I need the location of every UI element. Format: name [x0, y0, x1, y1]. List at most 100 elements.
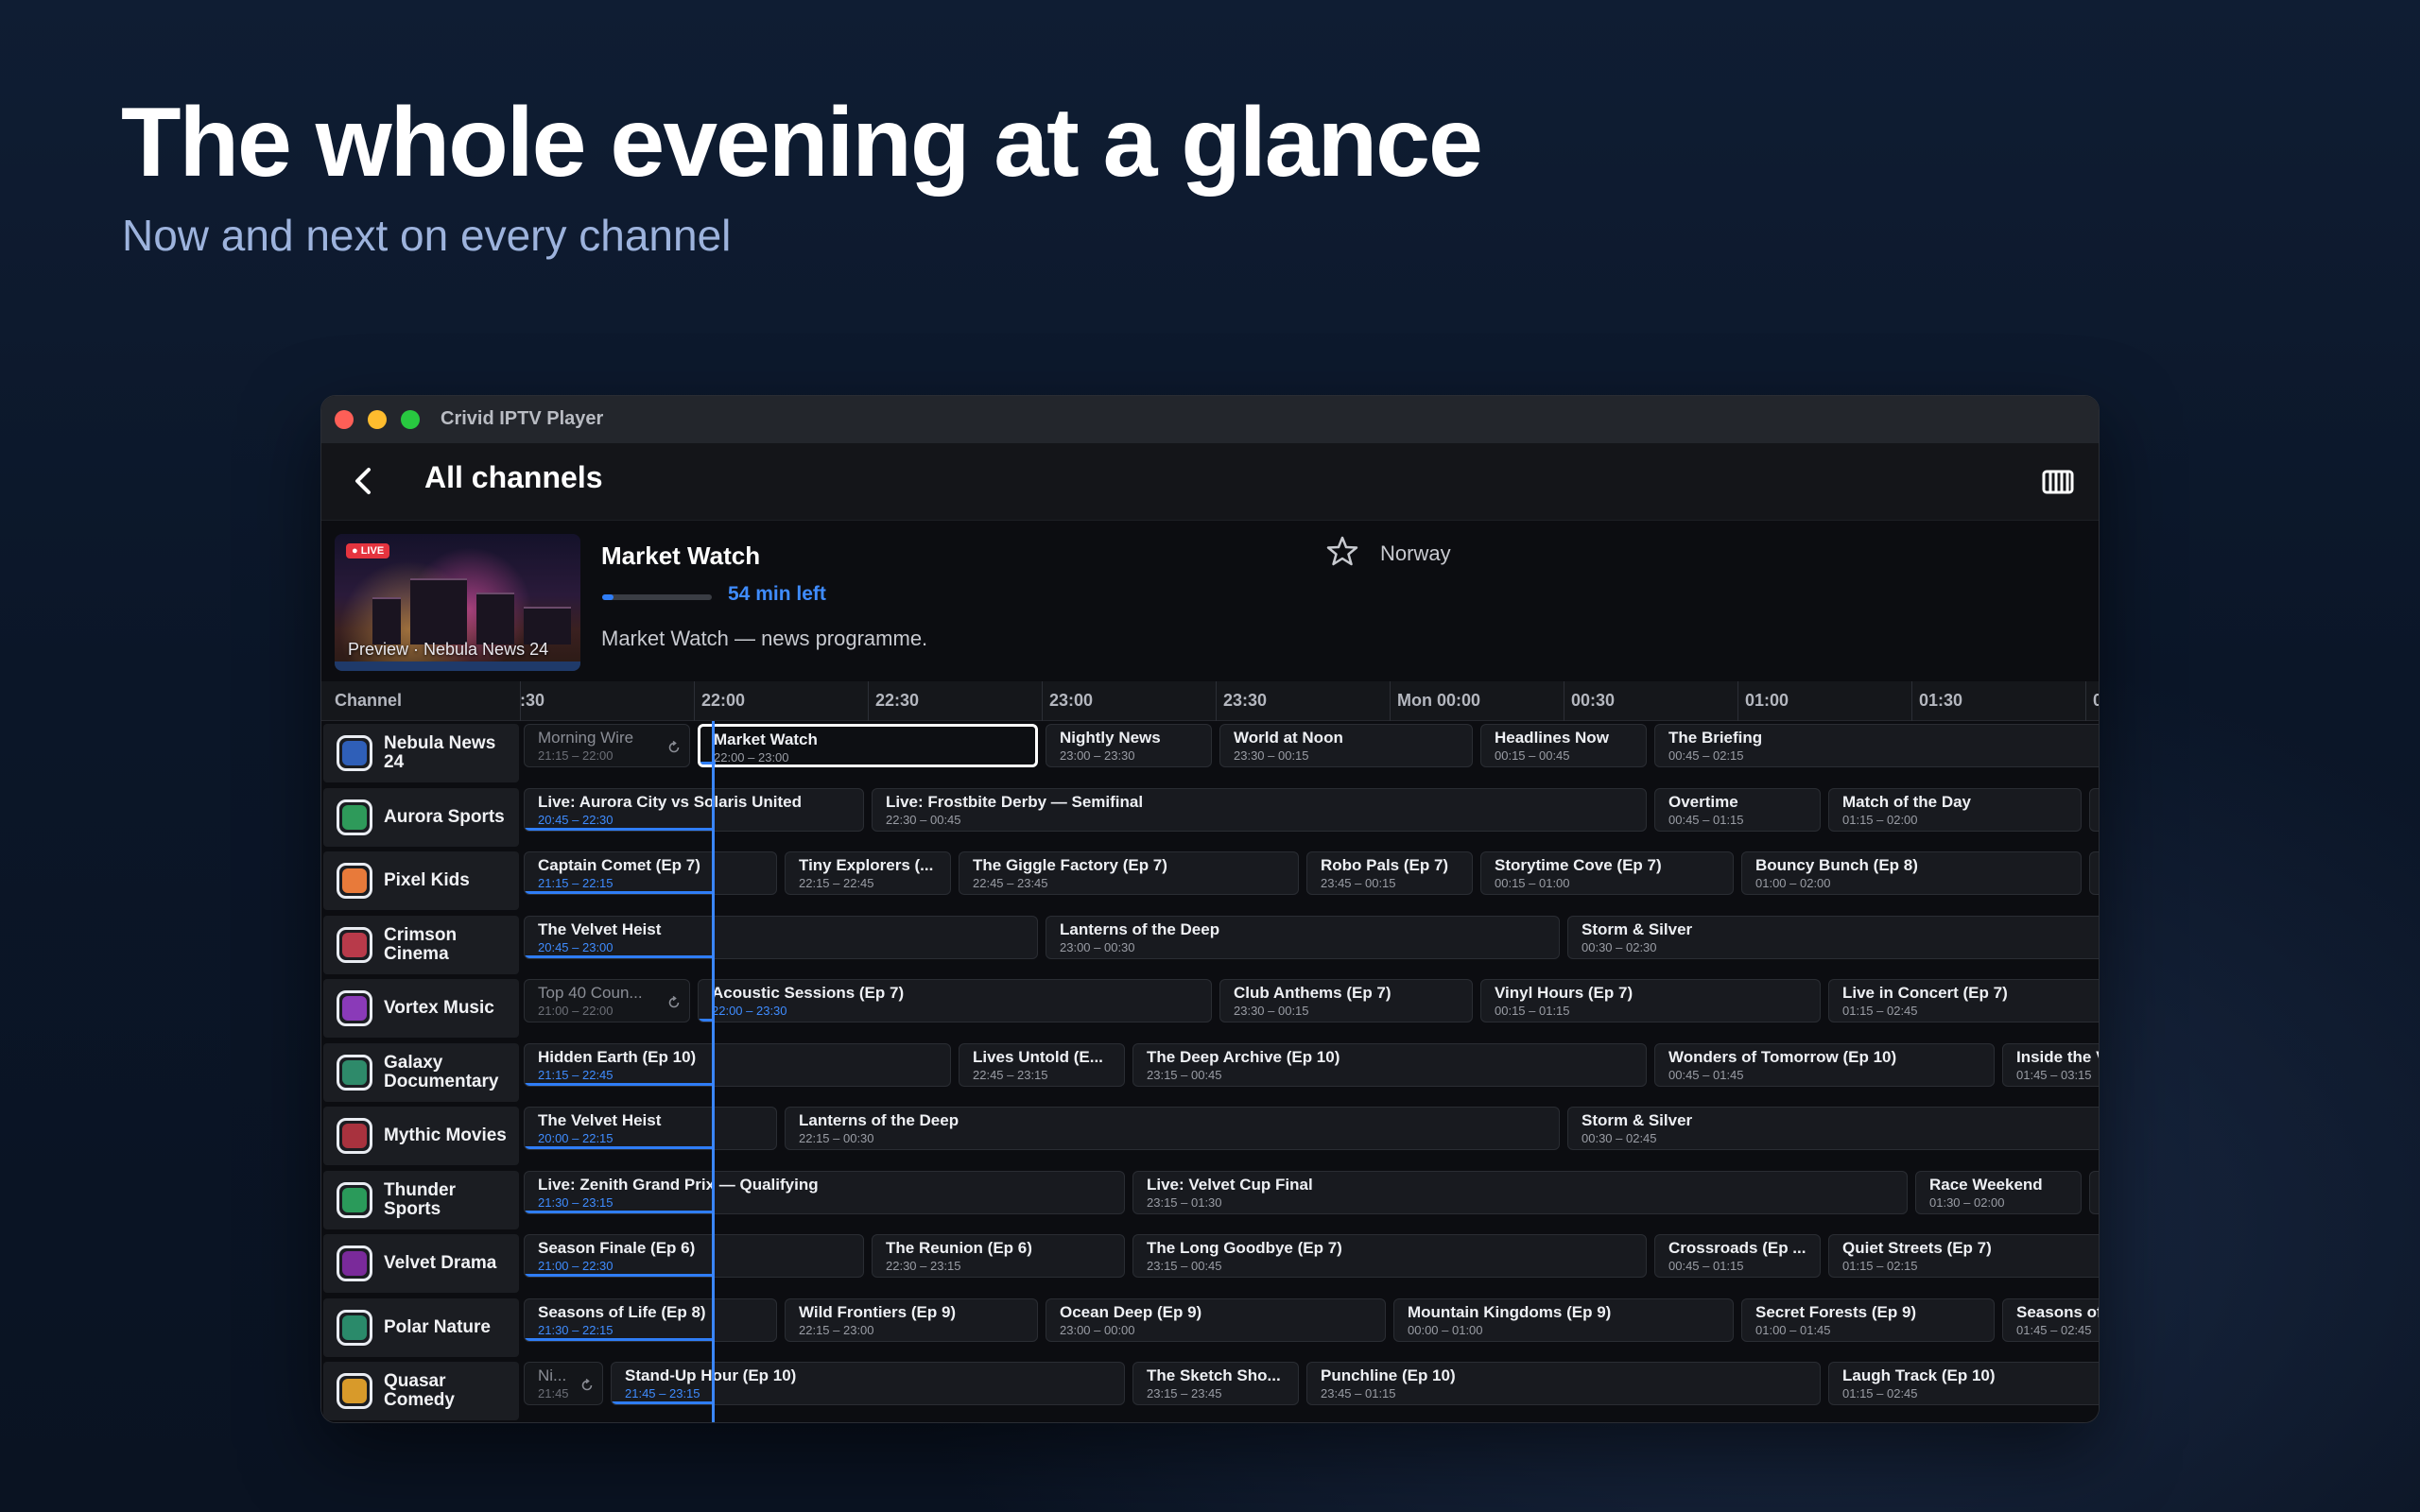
program-cell[interactable]: Vinyl Hours (Ep 7) 00:15 – 01:15 [1480, 979, 1821, 1022]
program-cell[interactable]: The Velvet Heist 20:45 – 23:00 [524, 915, 1038, 959]
program-cell[interactable]: Storm & Silver 00:30 – 02:45 [1567, 1107, 2099, 1150]
back-arrow-icon[interactable] [344, 460, 386, 502]
program-time: 23:15 – 01:30 [1147, 1194, 1222, 1210]
channel-cell[interactable]: Mythic Movies [323, 1107, 519, 1165]
program-cell[interactable]: The Velvet Heist 20:00 – 22:15 [524, 1107, 777, 1150]
program-cell[interactable]: Secret Forests (Ep 9) 01:00 – 01:45 [1741, 1297, 1995, 1342]
channel-cell[interactable]: Pixel Kids [323, 851, 519, 910]
program-cell[interactable]: Inside the Vau01:45 – 03:15 [2002, 1042, 2099, 1087]
program-cell[interactable]: Crossroads (Ep ... 00:45 – 01:15 [1654, 1234, 1821, 1278]
channel-row: Seasons of Life (Ep 8) 21:30 – 22:15 Wild … [321, 1297, 2099, 1361]
program-cell[interactable]: Storytime Cove (Ep 7) 00:15 – 01:00 [1480, 851, 1734, 895]
program-title: The Velvet Heist [538, 1111, 662, 1129]
channel-row: Live: Zenith Grand Prix — Qualifying 21:3… [321, 1170, 2099, 1233]
program-cell[interactable]: The Giggle Factory (Ep 7) 22:45 – 23:45 [959, 851, 1299, 895]
program-cell[interactable]: Mountain Kingdoms (Ep 9) 00:00 – 01:00 [1393, 1297, 1734, 1342]
program-cell[interactable]: Overtime 00:45 – 01:15 [1654, 787, 1821, 832]
channel-cell[interactable]: Vortex Music [323, 979, 519, 1038]
guide-grid-icon[interactable] [2040, 464, 2076, 500]
program-cell[interactable]: Stand-Up Hour (Ep 10) 21:45 – 23:15 [611, 1362, 1125, 1405]
channel-cell[interactable]: Thunder Sports [323, 1170, 519, 1229]
channel-cell[interactable]: Nebula News 24 [323, 724, 519, 782]
channel-row: Ni... 21:45 Stand-Up Hour (Ep 10) 21:45 – 2… [321, 1361, 2099, 1422]
program-cell[interactable]: Live: Frostbite Derby — Semifinal 22:30 –… [872, 787, 1647, 832]
program-time: 23:45 – 00:15 [1321, 876, 1396, 890]
program-cell[interactable]: Match of the Day 01:15 – 02:00 [1828, 787, 2082, 832]
replay-icon[interactable] [666, 740, 682, 755]
program-cell[interactable]: Nightly News 23:00 – 23:30 [1046, 724, 1212, 767]
program-cell[interactable]: Laugh Track (Ep 10) 01:15 – 02:45 [1828, 1362, 2099, 1405]
program-cell[interactable]: Acoustic Sessions (Ep 7) 22:00 – 23:30 [698, 979, 1212, 1022]
program-cell[interactable]: Seasons of Life (Ep 8) 21:30 – 22:15 [524, 1297, 777, 1342]
program-title: Ocean Deep (Ep 9) [1060, 1302, 1202, 1321]
program-time: 01:45 – 03:15 [2016, 1067, 2092, 1082]
program-cell[interactable]: The Briefing 00:45 – 02:15 [1654, 724, 2099, 767]
replay-icon[interactable] [666, 995, 682, 1010]
program-time: 22:30 – 23:15 [886, 1259, 961, 1273]
program-cell[interactable]: Live: Velvet Cup Final 23:15 – 01:30 [1132, 1170, 1908, 1214]
replay-icon[interactable] [579, 1378, 595, 1393]
channel-name: Aurora Sports [384, 806, 505, 827]
channel-cell[interactable]: Aurora Sports [323, 787, 519, 847]
program-cell[interactable]: Captain Comet (Ep 7) 21:15 – 22:15 [524, 851, 777, 895]
program-cell[interactable]: Bouncy Bunch (Ep 8) 01:00 – 02:00 [1741, 851, 2082, 895]
minimize-window-button[interactable] [368, 410, 387, 429]
zoom-window-button[interactable] [401, 410, 420, 429]
program-cell[interactable]: The Reunion (Ep 6) 22:30 – 23:15 [872, 1234, 1125, 1278]
program-cell[interactable]: Live in Concert (Ep 7) 01:15 – 02:45 [1828, 979, 2099, 1022]
channel-cell[interactable]: Velvet Drama [323, 1234, 519, 1293]
program-cell[interactable]: Punchline (Ep 10) 23:45 – 01:15 [1306, 1362, 1821, 1405]
program-title: Hidden Earth (Ep 10) [538, 1047, 697, 1066]
program-cell[interactable]: World at Noon 23:30 – 00:15 [1219, 724, 1473, 767]
preview-thumbnail[interactable]: ● LIVE Preview · Nebula News 24 [335, 534, 580, 671]
program-cell[interactable]: Wild Frontiers (Ep 9) 22:15 – 23:00 [785, 1297, 1038, 1342]
program-cell[interactable]: Headlines Now 00:15 – 00:45 [1480, 724, 1647, 767]
program-cell[interactable]: Do02: [2089, 851, 2099, 895]
channel-cell[interactable]: Crimson Cinema [323, 915, 519, 974]
program-cell[interactable]: Live: Zenith Grand Prix — Qualifying 21:3… [524, 1170, 1125, 1214]
channel-cell[interactable]: Quasar Comedy [323, 1362, 519, 1420]
program-cell[interactable]: Tiny Explorers (... 22:15 – 22:45 [785, 851, 951, 895]
program-cell[interactable]: Club Anthems (Ep 7) 23:30 – 00:15 [1219, 979, 1473, 1022]
close-window-button[interactable] [335, 410, 354, 429]
program-cell[interactable]: Top 40 Coun... 21:00 – 22:00 [524, 979, 690, 1022]
program-cell[interactable]: Wonders of Tomorrow (Ep 10) 00:45 – 01:45 [1654, 1042, 1995, 1087]
program-cell[interactable]: Lanterns of the Deep 22:15 – 00:30 [785, 1107, 1560, 1150]
program-title: Laugh Track (Ep 10) [1842, 1366, 1996, 1384]
program-cell[interactable]: Lives Untold (E... 22:45 – 23:15 [959, 1042, 1125, 1087]
program-title: Tiny Explorers (... [799, 856, 934, 874]
channel-cell[interactable]: Galaxy Documentary [323, 1042, 519, 1102]
program-time: 20:45 – 22:30 [538, 812, 614, 827]
program-cell[interactable]: Market Watch 22:00 – 23:00 [698, 724, 1038, 767]
channel-logo [337, 1309, 372, 1346]
program-cell[interactable]: Ocean Deep (Ep 9) 23:00 – 00:00 [1046, 1297, 1386, 1342]
channel-logo [337, 990, 372, 1026]
channel-cell[interactable]: Polar Nature [323, 1297, 519, 1357]
program-cell[interactable]: Ni... 21:45 [524, 1362, 603, 1405]
program-cell[interactable]: The Deep Archive (Ep 10) 23:15 – 00:45 [1132, 1042, 1647, 1087]
program-title: Overtime [1668, 792, 1738, 811]
program-cell[interactable]: Storm & Silver 00:30 – 02:30 [1567, 915, 2099, 959]
time-tick: :30 [520, 691, 545, 710]
time-left: 54 min left [728, 583, 826, 605]
program-cell[interactable]: Seasons of Li01:45 – 02:45 [2002, 1297, 2099, 1342]
program-cell[interactable]: Robo Pals (Ep 7) 23:45 – 00:15 [1306, 851, 1473, 895]
program-cell[interactable]: The Long Goodbye (Ep 7) 23:15 – 00:45 [1132, 1234, 1647, 1278]
program-cell[interactable]: Live: Aurora City vs Solaris United 20:45… [524, 787, 864, 832]
program-cell[interactable]: The Sketch Sho... 23:15 – 23:45 [1132, 1362, 1299, 1405]
program-title: Quiet Streets (Ep 7) [1842, 1239, 1992, 1257]
favorite-star-icon[interactable] [1325, 534, 1359, 568]
time-tick: 01:30 [1919, 691, 1963, 710]
program-cell[interactable]: Co02: [2089, 1170, 2099, 1214]
program-time: 22:15 – 23:00 [799, 1322, 874, 1337]
program-cell[interactable]: Morning Wire 21:15 – 22:00 [524, 724, 690, 767]
program-time: 00:00 – 01:00 [1408, 1322, 1483, 1337]
program-cell[interactable]: Gra02: [2089, 787, 2099, 832]
program-cell[interactable]: Race Weekend 01:30 – 02:00 [1915, 1170, 2082, 1214]
program-cell[interactable]: Lanterns of the Deep 23:00 – 00:30 [1046, 915, 1560, 959]
program-cell[interactable]: Season Finale (Ep 6) 21:00 – 22:30 [524, 1234, 864, 1278]
program-cell[interactable]: Quiet Streets (Ep 7) 01:15 – 02:15 [1828, 1234, 2099, 1278]
program-cell[interactable]: Hidden Earth (Ep 10) 21:15 – 22:45 [524, 1042, 951, 1087]
news-ticker [335, 662, 580, 671]
program-title: Nightly News [1060, 729, 1161, 747]
